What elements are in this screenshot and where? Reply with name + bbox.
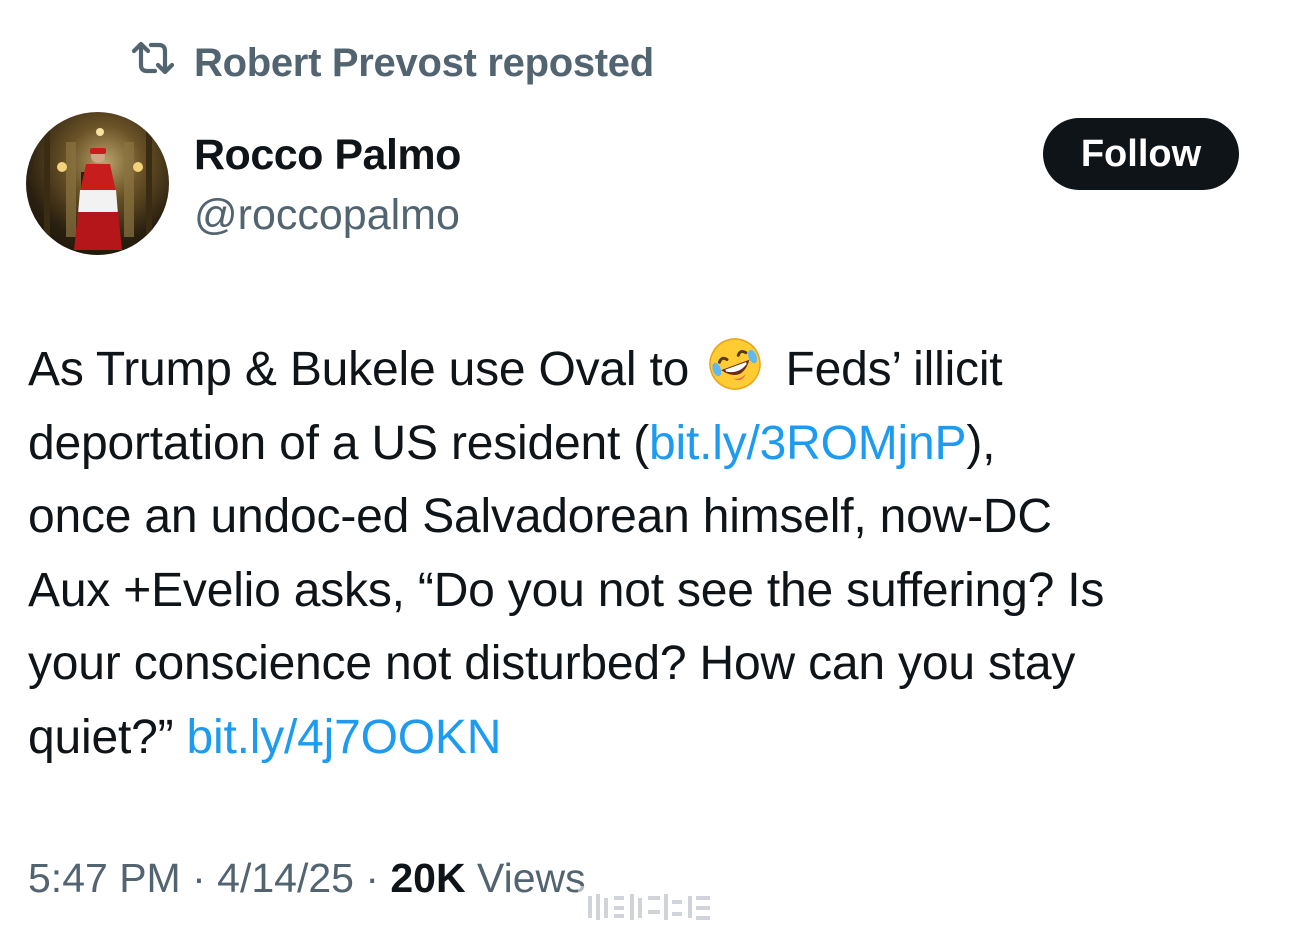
tweet-line-6: quiet?” bit.ly/4j7OOKN <box>28 701 1278 775</box>
tweet-link-2[interactable]: bit.ly/4j7OOKN <box>187 711 502 764</box>
tweet-line-4: Aux +Evelio asks, “Do you not see the su… <box>28 563 1105 617</box>
tweet-text: As Trump & Bukele use Oval to Feds’ illi… <box>28 333 1278 774</box>
tweet-line-5: your conscience not disturbed? How can y… <box>28 637 1076 690</box>
tweet-link-1[interactable]: bit.ly/3ROMjnP <box>649 417 966 470</box>
avatar[interactable] <box>26 112 169 255</box>
rolling-on-floor-laughing-emoji-icon <box>706 335 764 393</box>
tweet-line-1: As Trump & Bukele use Oval to Feds’ illi… <box>28 333 1278 407</box>
tweet-text-segment: ), <box>966 416 996 470</box>
tweet-text-segment: As Trump & Bukele use Oval to <box>28 343 690 396</box>
tweet-line-3: once an undoc-ed Salvadorean himself, no… <box>28 490 1052 543</box>
tweet-date[interactable]: 4/14/25 <box>217 855 354 901</box>
repost-icon <box>130 39 194 87</box>
author-handle[interactable]: @roccopalmo <box>194 188 460 242</box>
tweet-text-segment: Feds’ illicit <box>785 343 1003 396</box>
views-label: Views <box>465 855 586 901</box>
repost-label: Robert Prevost reposted <box>194 40 654 85</box>
repost-indicator[interactable]: Robert Prevost reposted <box>130 38 654 88</box>
tweet-time[interactable]: 5:47 PM <box>28 855 181 901</box>
follow-button[interactable]: Follow <box>1043 118 1239 190</box>
views-count[interactable]: 20K <box>390 855 465 901</box>
author-name[interactable]: Rocco Palmo <box>194 128 461 182</box>
tweet-text-segment: quiet?” <box>28 710 187 764</box>
meta-separator: · <box>353 855 391 901</box>
watermark-logo <box>578 886 723 930</box>
tweet-metadata: 5:47 PM · 4/14/25 · 20K Views <box>28 850 586 906</box>
avatar-image <box>44 122 152 250</box>
tweet-line-2: deportation of a US resident (bit.ly/3RO… <box>28 407 1278 481</box>
meta-separator: · <box>180 855 218 901</box>
tweet-text-segment: deportation of a US resident ( <box>28 416 650 470</box>
